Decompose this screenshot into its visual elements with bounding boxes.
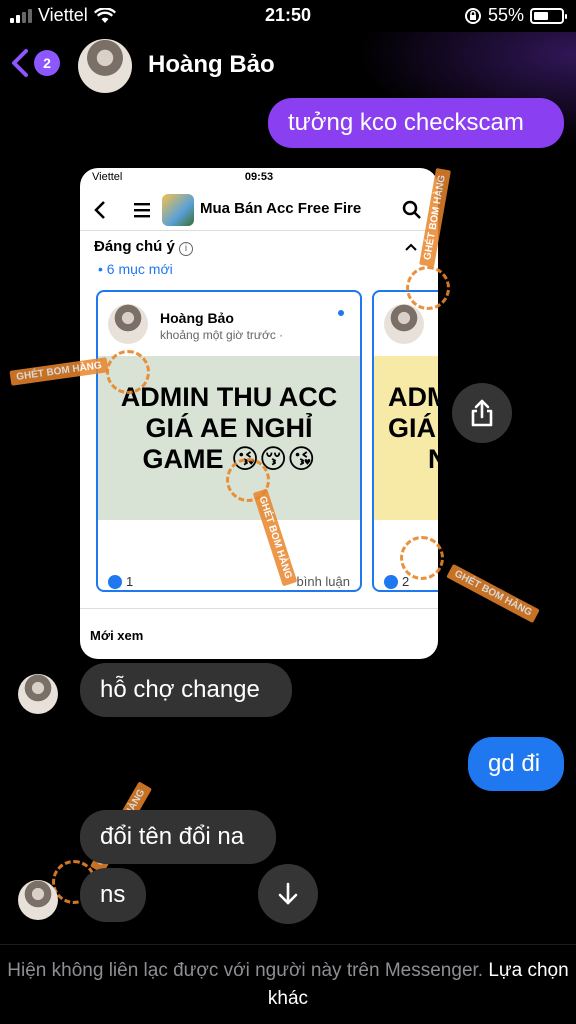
unavailable-notice: Hiện không liên lạc được với người này t… xyxy=(0,944,576,1024)
group-thumbnail xyxy=(162,194,194,226)
arrow-down-icon xyxy=(278,882,298,905)
banner-line: ADMIN THU ACC xyxy=(120,382,338,412)
post-author: Hoàng Bảo xyxy=(160,310,234,326)
banner-line: GAME 😘😚😘 xyxy=(142,444,316,475)
back-button[interactable]: 2 xyxy=(10,46,66,80)
message-bubble-outgoing[interactable]: tưởng kco checkscam xyxy=(268,98,564,148)
watermark: GHÉT BOM HÀNG xyxy=(446,563,540,624)
contact-avatar-small[interactable] xyxy=(18,880,58,920)
chevron-left-icon xyxy=(12,49,28,77)
group-nav-bar: Mua Bán Acc Free Fire xyxy=(80,190,438,230)
like-icon xyxy=(384,574,398,589)
post-author-avatar xyxy=(384,304,424,344)
message-bubble-incoming[interactable]: ns xyxy=(80,868,146,922)
banner-line: N xyxy=(388,444,438,475)
banner-line: GIÁ xyxy=(388,413,437,444)
share-icon xyxy=(471,399,493,427)
search-icon xyxy=(402,200,421,219)
chevron-up-icon xyxy=(405,243,417,251)
post-banner: ADMIN THU ACC GIÁ AE NGHỈ GAME 😘😚😘 xyxy=(98,356,360,520)
post-time: khoảng một giờ trước · xyxy=(160,328,284,342)
recent-label: Mới xem xyxy=(90,628,144,643)
message-text: gd đi xyxy=(488,750,541,777)
battery-icon xyxy=(530,7,567,24)
section-title: Đáng chú ý i xyxy=(94,238,194,256)
unread-dot xyxy=(338,310,344,316)
screenshot-time: 09:53 xyxy=(244,171,274,183)
notice-text: Hiện không liên lạc được với người này t… xyxy=(7,960,484,981)
message-text: hỗ chợ change xyxy=(100,676,260,703)
message-text: đổi tên đổi na xyxy=(100,823,245,850)
post-author-avatar xyxy=(108,304,148,344)
post-banner: ADM GIÁ N xyxy=(374,356,438,520)
battery-percent: 55% xyxy=(487,5,524,25)
message-text: tưởng kco checkscam xyxy=(288,109,524,136)
post-likes: 2 xyxy=(384,574,409,589)
banner-line: GIÁ AE NGHỈ xyxy=(145,413,313,444)
scroll-to-bottom-button[interactable] xyxy=(258,864,318,924)
shared-image-message[interactable]: Viettel 09:53 Mua Bán Acc Free Fire Đáng… xyxy=(80,168,438,659)
section-subtitle: • 6 mục mới xyxy=(98,261,173,277)
message-bubble-incoming[interactable]: đổi tên đổi na xyxy=(80,810,276,864)
share-button[interactable] xyxy=(452,383,512,443)
unread-count-badge: 2 xyxy=(34,50,60,76)
orientation-lock-icon xyxy=(464,7,481,24)
contact-name[interactable]: Hoàng Bảo xyxy=(148,51,275,79)
message-bubble-outgoing[interactable]: gd đi xyxy=(468,737,564,791)
like-icon xyxy=(108,574,122,589)
contact-avatar[interactable] xyxy=(78,39,132,93)
post-card: Hoàng Bảo khoảng một giờ trước · ADMIN T… xyxy=(96,290,362,592)
chevron-left-icon xyxy=(94,201,105,219)
message-bubble-incoming[interactable]: hỗ chợ change xyxy=(80,663,292,717)
menu-icon xyxy=(134,203,150,218)
contact-avatar-small[interactable] xyxy=(18,674,58,714)
post-card: ADM GIÁ N 2 xyxy=(372,290,438,592)
group-title: Mua Bán Acc Free Fire xyxy=(200,200,362,217)
info-icon: i xyxy=(179,242,194,256)
post-comments: bình luận xyxy=(296,574,351,589)
banner-line: ADM xyxy=(388,382,438,412)
status-bar: Viettel 21:50 55% xyxy=(0,0,576,32)
conversation-header: 2 Hoàng Bảo xyxy=(0,32,576,142)
post-likes: 1 xyxy=(108,574,133,589)
message-text: ns xyxy=(100,881,126,908)
screenshot-status-bar: Viettel 09:53 xyxy=(80,168,438,186)
